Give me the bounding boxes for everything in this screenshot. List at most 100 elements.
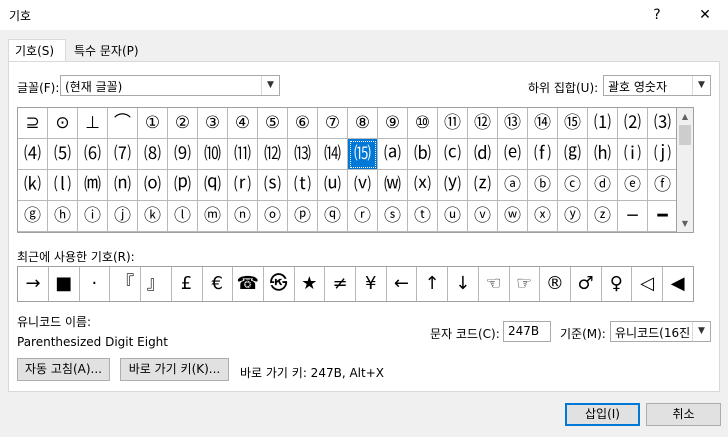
- recent-symbol[interactable]: €: [202, 267, 234, 301]
- symbol-cell[interactable]: ①: [138, 108, 168, 139]
- symbol-cell[interactable]: ⒟: [468, 139, 498, 170]
- recent-symbol[interactable]: ◁: [632, 267, 663, 301]
- symbol-cell[interactable]: ⑷: [18, 139, 48, 170]
- symbol-cell[interactable]: ⓔ: [618, 170, 648, 201]
- symbol-cell[interactable]: ⑩: [408, 108, 438, 139]
- symbol-cell[interactable]: ⒝: [408, 139, 438, 170]
- symbol-cell[interactable]: ③: [198, 108, 228, 139]
- symbol-cell[interactable]: ⓙ: [108, 201, 138, 232]
- symbol-cell[interactable]: ⓠ: [318, 201, 348, 232]
- symbol-cell[interactable]: ⓡ: [348, 201, 378, 232]
- symbol-cell[interactable]: ⓚ: [138, 201, 168, 232]
- recent-symbol[interactable]: ®: [540, 267, 571, 301]
- symbol-cell[interactable]: ⓖ: [18, 201, 48, 232]
- symbol-cell[interactable]: ⓨ: [558, 201, 588, 232]
- symbol-cell[interactable]: ⓞ: [258, 201, 288, 232]
- symbol-cell[interactable]: ⑦: [318, 108, 348, 139]
- symbol-cell[interactable]: ⓓ: [588, 170, 618, 201]
- symbol-cell[interactable]: ⒲: [378, 170, 408, 201]
- basis-select[interactable]: 유니코드(16진 ▼: [610, 321, 711, 342]
- symbol-cell[interactable]: ⒮: [258, 170, 288, 201]
- recent-symbol[interactable]: ¥: [356, 267, 387, 301]
- symbol-cell[interactable]: ⒠: [498, 139, 528, 170]
- symbol-cell[interactable]: ⑿: [258, 139, 288, 170]
- symbol-cell[interactable]: ⒣: [588, 139, 618, 170]
- recent-symbol[interactable]: ↓: [448, 267, 479, 301]
- symbol-cell[interactable]: ━: [648, 201, 676, 232]
- symbol-cell[interactable]: ⑪: [438, 108, 468, 139]
- recent-symbol[interactable]: ·: [79, 267, 111, 301]
- symbol-cell[interactable]: ④: [228, 108, 258, 139]
- symbol-cell[interactable]: ⒀: [288, 139, 318, 170]
- recent-symbol[interactable]: →: [18, 267, 49, 301]
- recent-symbol[interactable]: ☞: [509, 267, 541, 301]
- scroll-down-icon[interactable]: ▼: [677, 215, 693, 232]
- symbol-cell[interactable]: ⒩: [108, 170, 138, 201]
- char-code-input[interactable]: 247B: [503, 321, 551, 342]
- symbol-cell[interactable]: ⑹: [78, 139, 108, 170]
- recent-symbol[interactable]: £: [172, 267, 203, 301]
- symbol-cell[interactable]: ⓥ: [468, 201, 498, 232]
- symbol-cell[interactable]: ⒁: [318, 139, 348, 170]
- symbol-cell[interactable]: ⑺: [108, 139, 138, 170]
- symbol-cell[interactable]: ⒡: [528, 139, 558, 170]
- symbol-cell[interactable]: ⒥: [648, 139, 676, 170]
- symbol-cell[interactable]: ⑭: [528, 108, 558, 139]
- symbol-cell[interactable]: ⓘ: [78, 201, 108, 232]
- symbol-cell[interactable]: ②: [168, 108, 198, 139]
- recent-symbol[interactable]: ■: [49, 267, 80, 301]
- symbol-cell[interactable]: ⒫: [168, 170, 198, 201]
- symbol-cell[interactable]: ⑨: [378, 108, 408, 139]
- recent-symbol[interactable]: ←: [386, 267, 418, 301]
- symbol-cell[interactable]: ─: [618, 201, 648, 232]
- symbol-cell[interactable]: ⒜: [378, 139, 408, 170]
- symbol-cell[interactable]: ⓣ: [408, 201, 438, 232]
- recent-symbol[interactable]: ♂: [571, 267, 602, 301]
- symbol-cell[interactable]: ⒭: [228, 170, 258, 201]
- symbol-cell[interactable]: ⑬: [498, 108, 528, 139]
- symbol-cell[interactable]: ⒪: [138, 170, 168, 201]
- symbol-cell[interactable]: ⓩ: [588, 201, 618, 232]
- symbol-cell[interactable]: ⊥: [78, 108, 108, 139]
- symbol-cell[interactable]: ⒰: [318, 170, 348, 201]
- symbol-cell[interactable]: ⑴: [588, 108, 618, 139]
- symbol-cell[interactable]: ⒧: [48, 170, 78, 201]
- scroll-thumb[interactable]: [679, 125, 691, 145]
- recent-symbol[interactable]: ㉿: [264, 267, 295, 301]
- symbol-cell[interactable]: ⓕ: [648, 170, 676, 201]
- symbol-cell[interactable]: ⌒: [108, 108, 138, 139]
- symbol-cell[interactable]: ⑮: [558, 108, 588, 139]
- symbol-cell[interactable]: ⓟ: [288, 201, 318, 232]
- recent-symbol[interactable]: ☎: [233, 267, 264, 301]
- symbol-cell[interactable]: ⓛ: [168, 201, 198, 232]
- symbol-cell[interactable]: ⒯: [288, 170, 318, 201]
- symbol-cell[interactable]: ⓒ: [558, 170, 588, 201]
- symbol-cell[interactable]: ⒞: [438, 139, 468, 170]
- symbol-cell[interactable]: ⒳: [408, 170, 438, 201]
- symbol-cell[interactable]: ⑻: [138, 139, 168, 170]
- recent-symbol[interactable]: 』: [141, 267, 172, 301]
- symbol-cell-selected[interactable]: ⒂: [348, 139, 378, 170]
- recent-symbol[interactable]: 『: [110, 267, 142, 301]
- symbol-cell[interactable]: ⓢ: [378, 201, 408, 232]
- symbol-cell[interactable]: ⒵: [468, 170, 498, 201]
- chevron-down-icon[interactable]: ▼: [692, 76, 710, 95]
- symbol-cell[interactable]: ⑾: [228, 139, 258, 170]
- symbol-cell[interactable]: ⒨: [78, 170, 108, 201]
- symbol-cell[interactable]: ⑶: [648, 108, 676, 139]
- symbol-cell[interactable]: ⑽: [198, 139, 228, 170]
- scroll-up-icon[interactable]: ▲: [677, 108, 693, 125]
- symbol-cell[interactable]: ⒤: [618, 139, 648, 170]
- shortcut-key-button[interactable]: 바로 가기 키(K)...: [120, 358, 229, 381]
- symbol-cell[interactable]: ⓑ: [528, 170, 558, 201]
- symbol-cell[interactable]: ⊇: [18, 108, 48, 139]
- chevron-down-icon[interactable]: ▼: [692, 322, 710, 341]
- symbol-cell[interactable]: ⑤: [258, 108, 288, 139]
- tab-symbols[interactable]: 기호(S): [8, 39, 66, 62]
- subset-select[interactable]: 괄호 영숫자 ▼: [603, 75, 711, 96]
- recent-symbol[interactable]: ★: [294, 267, 326, 301]
- insert-button[interactable]: 삽입(I): [565, 403, 640, 426]
- symbol-cell[interactable]: ⊙: [48, 108, 78, 139]
- grid-scrollbar[interactable]: ▲ ▼: [677, 107, 694, 233]
- tab-special-characters[interactable]: 특수 문자(P): [68, 40, 145, 62]
